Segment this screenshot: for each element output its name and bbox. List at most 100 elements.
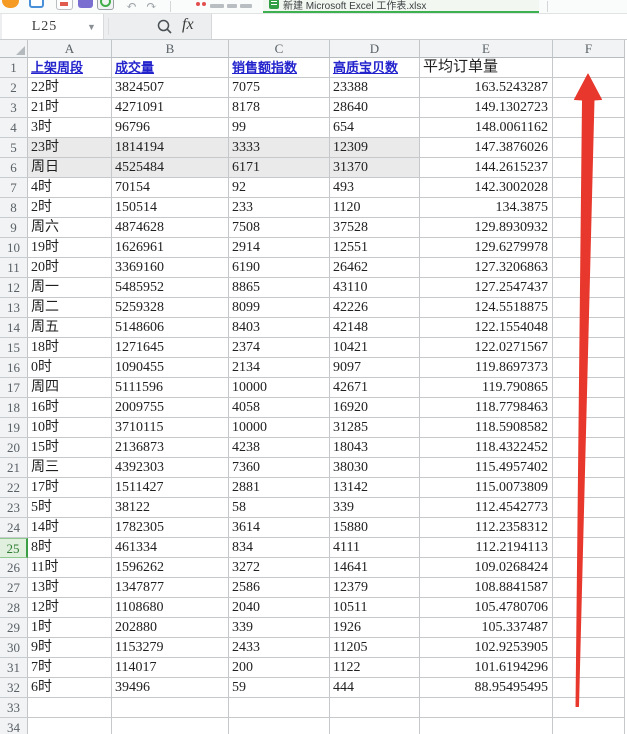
cell-D33[interactable]	[330, 698, 420, 718]
cell-B31[interactable]: 114017	[112, 658, 229, 678]
cell-C32[interactable]: 59	[229, 678, 330, 698]
cell-C11[interactable]: 6190	[229, 258, 330, 278]
cell-D13[interactable]: 42226	[330, 298, 420, 318]
cell-C4[interactable]: 99	[229, 118, 330, 138]
cell-F33[interactable]	[553, 698, 625, 718]
cell-B20[interactable]: 2136873	[112, 438, 229, 458]
cell-C10[interactable]: 2914	[229, 238, 330, 258]
row-header-22[interactable]: 22	[0, 478, 28, 498]
cell-B19[interactable]: 3710115	[112, 418, 229, 438]
cell-D12[interactable]: 43110	[330, 278, 420, 298]
cell-E11[interactable]: 127.3206863	[420, 258, 553, 278]
cell-F1[interactable]	[553, 58, 625, 78]
row-header-29[interactable]: 29	[0, 618, 28, 638]
cell-F30[interactable]	[553, 638, 625, 658]
cell-B8[interactable]: 150514	[112, 198, 229, 218]
cell-D29[interactable]: 1926	[330, 618, 420, 638]
cell-E5[interactable]: 147.3876026	[420, 138, 553, 158]
cell-B3[interactable]: 4271091	[112, 98, 229, 118]
cell-F11[interactable]	[553, 258, 625, 278]
cell-C3[interactable]: 8178	[229, 98, 330, 118]
cell-B25[interactable]: 461334	[112, 538, 229, 558]
cell-D6[interactable]: 31370	[330, 158, 420, 178]
cell-F17[interactable]	[553, 378, 625, 398]
cell-B30[interactable]: 1153279	[112, 638, 229, 658]
cell-B13[interactable]: 5259328	[112, 298, 229, 318]
cell-E22[interactable]: 115.0073809	[420, 478, 553, 498]
row-header-19[interactable]: 19	[0, 418, 28, 438]
cell-F9[interactable]	[553, 218, 625, 238]
cell-F5[interactable]	[553, 138, 625, 158]
cell-C9[interactable]: 7508	[229, 218, 330, 238]
cell-C7[interactable]: 92	[229, 178, 330, 198]
document-tab-inactive[interactable]	[190, 0, 256, 13]
cell-B6[interactable]: 4525484	[112, 158, 229, 178]
cell-B26[interactable]: 1596262	[112, 558, 229, 578]
cell-A14[interactable]: 周五	[28, 318, 112, 338]
undo-icon[interactable]: ↶	[126, 0, 142, 13]
cell-D8[interactable]: 1120	[330, 198, 420, 218]
formula-input[interactable]	[211, 14, 627, 39]
cell-D31[interactable]: 1122	[330, 658, 420, 678]
cell-E2[interactable]: 163.5243287	[420, 78, 553, 98]
cell-D16[interactable]: 9097	[330, 358, 420, 378]
cell-A2[interactable]: 22时	[28, 78, 112, 98]
row-header-8[interactable]: 8	[0, 198, 28, 218]
column-header-A[interactable]: A	[28, 40, 112, 58]
cell-E29[interactable]: 105.337487	[420, 618, 553, 638]
cell-F18[interactable]	[553, 398, 625, 418]
cell-F22[interactable]	[553, 478, 625, 498]
cell-E25[interactable]: 112.2194113	[420, 538, 553, 558]
cell-D18[interactable]: 16920	[330, 398, 420, 418]
cell-A25[interactable]: 8时	[28, 538, 112, 558]
cell-B1[interactable]: 成交量	[112, 58, 229, 78]
cell-E9[interactable]: 129.8930932	[420, 218, 553, 238]
cell-D22[interactable]: 13142	[330, 478, 420, 498]
cell-C13[interactable]: 8099	[229, 298, 330, 318]
cell-B2[interactable]: 3824507	[112, 78, 229, 98]
cell-D14[interactable]: 42148	[330, 318, 420, 338]
cell-F15[interactable]	[553, 338, 625, 358]
cell-A28[interactable]: 12时	[28, 598, 112, 618]
cell-C33[interactable]	[229, 698, 330, 718]
row-header-5[interactable]: 5	[0, 138, 28, 158]
cell-D34[interactable]	[330, 718, 420, 734]
cell-B14[interactable]: 5148606	[112, 318, 229, 338]
cell-A13[interactable]: 周二	[28, 298, 112, 318]
cell-F2[interactable]	[553, 78, 625, 98]
row-header-9[interactable]: 9	[0, 218, 28, 238]
cell-A18[interactable]: 16时	[28, 398, 112, 418]
cell-F23[interactable]	[553, 498, 625, 518]
cell-E12[interactable]: 127.2547437	[420, 278, 553, 298]
cell-F16[interactable]	[553, 358, 625, 378]
cell-C19[interactable]: 10000	[229, 418, 330, 438]
cell-B10[interactable]: 1626961	[112, 238, 229, 258]
cell-C1[interactable]: 销售额指数	[229, 58, 330, 78]
cell-D11[interactable]: 26462	[330, 258, 420, 278]
cell-F7[interactable]	[553, 178, 625, 198]
cell-E32[interactable]: 88.95495495	[420, 678, 553, 698]
column-header-F[interactable]: F	[553, 40, 625, 58]
cell-A20[interactable]: 15时	[28, 438, 112, 458]
cell-A22[interactable]: 17时	[28, 478, 112, 498]
select-all-corner[interactable]	[0, 40, 28, 58]
cell-A31[interactable]: 7时	[28, 658, 112, 678]
cell-E14[interactable]: 122.1554048	[420, 318, 553, 338]
cell-F14[interactable]	[553, 318, 625, 338]
cell-D17[interactable]: 42671	[330, 378, 420, 398]
cell-E21[interactable]: 115.4957402	[420, 458, 553, 478]
cell-F6[interactable]	[553, 158, 625, 178]
cell-C24[interactable]: 3614	[229, 518, 330, 538]
cell-C5[interactable]: 3333	[229, 138, 330, 158]
cell-C14[interactable]: 8403	[229, 318, 330, 338]
cell-A4[interactable]: 3时	[28, 118, 112, 138]
column-header-C[interactable]: C	[229, 40, 330, 58]
row-header-16[interactable]: 16	[0, 358, 28, 378]
cell-C34[interactable]	[229, 718, 330, 734]
cell-B24[interactable]: 1782305	[112, 518, 229, 538]
cell-D24[interactable]: 15880	[330, 518, 420, 538]
cell-C15[interactable]: 2374	[229, 338, 330, 358]
cell-A16[interactable]: 0时	[28, 358, 112, 378]
cell-D32[interactable]: 444	[330, 678, 420, 698]
cell-F19[interactable]	[553, 418, 625, 438]
